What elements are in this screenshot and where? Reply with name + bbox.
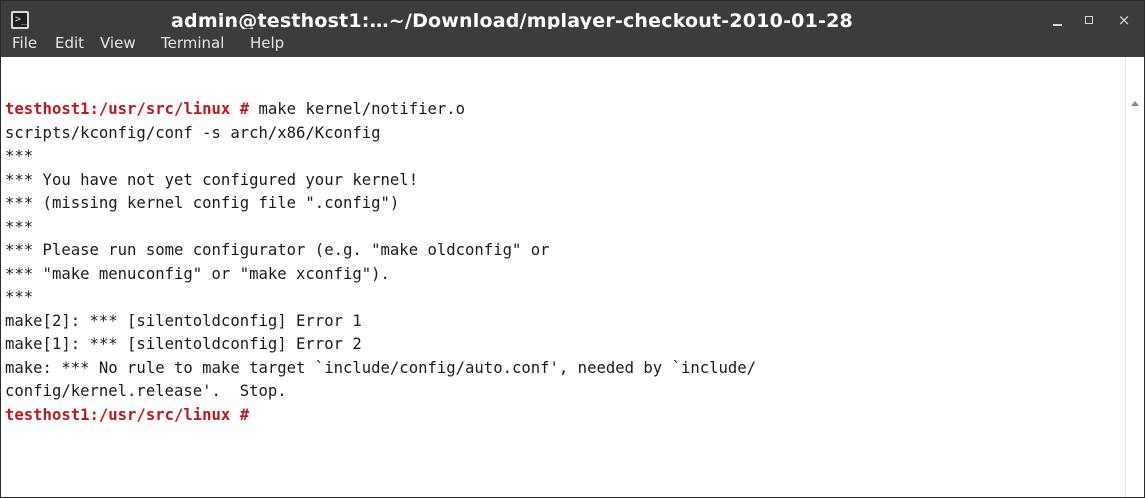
menu-terminal[interactable]: Terminal: [161, 34, 224, 52]
close-button[interactable]: ×: [1113, 9, 1135, 31]
command-text: make kernel/notifier.o: [249, 100, 466, 118]
output-line: ***: [5, 217, 34, 236]
terminal-icon[interactable]: >_: [11, 11, 29, 29]
shell-prompt: testhost1:/usr/src/linux #: [5, 100, 250, 118]
output-line: make[2]: *** [silentoldconfig] Error 1: [5, 311, 362, 330]
output-line: make[1]: *** [silentoldconfig] Error 2: [5, 335, 362, 353]
output-line: make: *** No rule to make target `includ…: [5, 358, 757, 377]
terminal-icon-glyph: >_: [15, 14, 28, 25]
maximize-button[interactable]: [1079, 9, 1101, 31]
final-prompt-line: testhost1:/usr/src/linux #: [5, 404, 756, 428]
output-line: *** "make menuconfig" or "make xconfig")…: [5, 264, 390, 283]
output-line: scripts/kconfig/conf -s arch/x86/Kconfig: [5, 123, 381, 142]
minimize-icon: [1053, 24, 1062, 26]
output-line: *** Please run some configurator (e.g. "…: [5, 241, 550, 259]
terminal-lines: testhost1:/usr/src/linux # make kernel/n…: [5, 98, 756, 427]
menu-view[interactable]: View: [100, 34, 136, 52]
output-line: config/kernel.release'. Stop.: [5, 382, 287, 400]
output-line: *** (missing kernel config file ".config…: [5, 194, 400, 212]
menu-bar: File Edit View Terminal Help: [1, 29, 1144, 57]
menu-edit[interactable]: Edit: [55, 34, 84, 52]
output-line: ***: [5, 147, 34, 165]
menu-help[interactable]: Help: [250, 34, 284, 52]
menu-file[interactable]: File: [12, 34, 37, 52]
close-icon: ×: [1117, 11, 1131, 29]
shell-prompt: testhost1:/usr/src/linux #: [5, 405, 250, 424]
command-line: testhost1:/usr/src/linux # make kernel/n…: [5, 98, 756, 122]
minimize-button[interactable]: [1047, 9, 1069, 31]
terminal-output-area[interactable]: testhost1:/usr/src/linux # make kernel/n…: [1, 57, 1125, 497]
terminal-window: >_ admin@testhost1:…~/Download/mplayer-c…: [0, 0, 1145, 498]
maximize-icon: [1085, 16, 1093, 24]
output-line: *** You have not yet configured your ker…: [5, 170, 419, 189]
output-line: ***: [5, 288, 34, 306]
chevron-up-icon[interactable]: [1131, 101, 1139, 106]
vertical-scrollbar[interactable]: [1125, 57, 1144, 497]
